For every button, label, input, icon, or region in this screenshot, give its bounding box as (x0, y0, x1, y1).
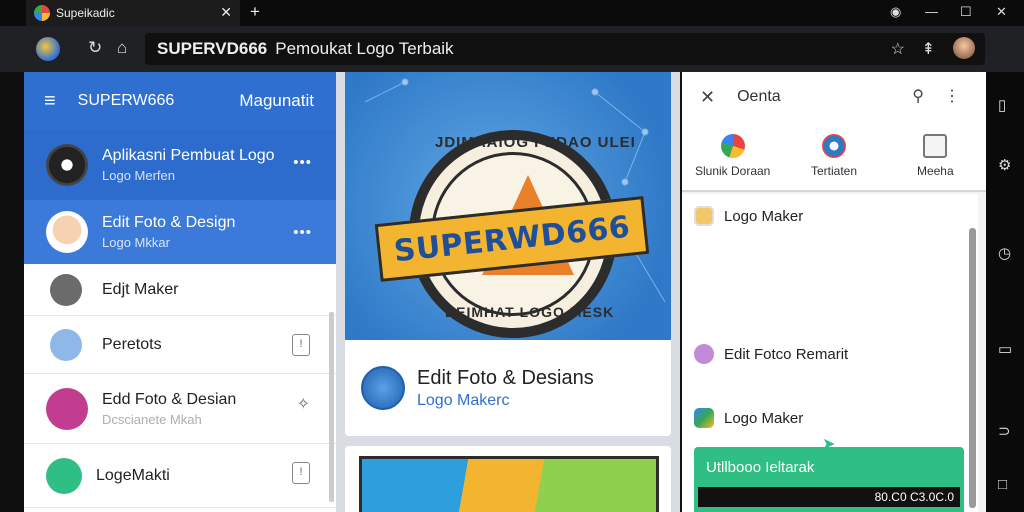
menu-icon[interactable]: ≡ (44, 90, 56, 113)
bookmark-star-icon[interactable]: ☆ (891, 39, 905, 59)
preview-artwork (359, 456, 659, 512)
sidebar-item-edit-foto[interactable]: Edit Foto & Design Logo Mkkar ••• (24, 200, 336, 264)
app-card-icon (361, 366, 405, 410)
chat-icon (50, 328, 82, 361)
more-icon[interactable]: ••• (293, 224, 312, 241)
sidebar-item-label: Edd Foto & Desian (102, 390, 237, 408)
quick-action-label: Slunik Doraan (694, 164, 771, 178)
address-bar-text: Pemoukat Logo Terbaik (275, 39, 454, 58)
sidebar-item-sublabel: Dcscianete Mkah (102, 411, 202, 427)
promo-title: Utllbooo Ieltarak (706, 459, 815, 476)
preview-card[interactable] (345, 446, 671, 512)
sidebar-item-edjt-maker[interactable]: Edjt Maker (24, 264, 336, 316)
sidebar-item-label: LogeMakti (96, 466, 170, 484)
side-panel-title: Oenta (737, 88, 781, 105)
app-card[interactable]: Edit Foto & Desians Logo Makerc (345, 340, 671, 436)
close-tab-icon[interactable]: ✕ (220, 4, 232, 21)
clock-icon[interactable]: ◷ (998, 244, 1011, 262)
app-icon (694, 408, 714, 428)
sidebar-item-label: Edit Foto & Design (102, 214, 236, 231)
browser-tab[interactable]: Supeikadic ✕ (26, 0, 240, 26)
tag-icon[interactable]: ! (292, 334, 310, 356)
side-panel-header: ✕ Oenta ⚲ ⋮ (682, 72, 986, 122)
list-item-label: Edit Fotco Remarit (724, 345, 849, 363)
target-icon (821, 134, 846, 158)
app-card-title: Edit Foto & Desians (417, 366, 594, 389)
app-logo-icon[interactable] (36, 37, 60, 61)
tag-icon[interactable]: ! (292, 462, 310, 484)
avatar (46, 144, 88, 186)
address-bar[interactable]: SUPERVD666 Pemoukat Logo Terbaik ☆ ⇞ (145, 33, 985, 65)
hero-image: JDIMAAIOG PEDAO ULEI SUPERWD666 DEIMHAT … (345, 72, 671, 340)
brush-icon (46, 387, 88, 430)
address-bar-title: SUPERVD666 (157, 39, 268, 58)
sidebar-item-sublabel: Logo Mkkar (102, 235, 170, 250)
tab-title: Supeikadic (56, 6, 115, 20)
app-icon (694, 206, 714, 226)
badge-ring-bottom-text: DEIMHAT LOGO MESK (445, 304, 615, 320)
quick-action-label: Meeha (916, 164, 954, 178)
list-item[interactable]: Logo Maker (694, 206, 803, 226)
promo-banner[interactable]: Utllbooo Ieltarak 80.C0 C3.0C.0 (694, 447, 964, 512)
more-vert-icon[interactable]: ⋮ (944, 86, 960, 106)
list-item-label: Logo Maker (724, 207, 804, 225)
hook-icon[interactable]: ⊃ (998, 422, 1011, 440)
reload-icon[interactable]: ↻ (88, 38, 102, 58)
close-window-icon[interactable]: ✕ (996, 4, 1007, 20)
quick-actions: Slunik Doraan Tertiaten Meeha (682, 122, 986, 192)
badge-ring-top-text: JDIMAAIOG PEDAO ULEI (435, 134, 636, 151)
quick-action[interactable]: Tertiaten (789, 134, 879, 178)
scrollbar[interactable] (969, 228, 976, 508)
new-tab-icon[interactable]: + (250, 2, 260, 22)
main-content: JDIMAAIOG PEDAO ULEI SUPERWD666 DEIMHAT … (336, 72, 680, 512)
phone-icon[interactable]: ▯ (998, 96, 1006, 114)
square-icon[interactable]: □ (998, 476, 1007, 493)
avatar (46, 211, 88, 253)
sidebar-item-peretots[interactable]: Peretots ! (24, 316, 336, 374)
hat-icon (50, 273, 82, 306)
side-panel: ✕ Oenta ⚲ ⋮ Slunik Doraan Tertiaten Meeh… (682, 72, 986, 512)
favicon-icon (34, 5, 50, 21)
nav-bar: ↻ ⌂ SUPERVD666 Pemoukat Logo Terbaik ☆ ⇞ (0, 26, 1024, 72)
pin-icon[interactable]: ⚲ (912, 86, 924, 106)
quick-action[interactable]: Meeha (890, 134, 980, 178)
app-icon (694, 344, 714, 364)
sidebar-header-right[interactable]: Magunatit (239, 91, 314, 111)
sidebar-header: ≡ SUPERW666 Magunatit (24, 72, 336, 130)
sidebar-item-logemakti[interactable]: LogeMakti ! (24, 444, 336, 508)
list-item-label: Logo Maker (724, 409, 804, 427)
pin-icon[interactable]: ✧ (297, 394, 310, 414)
left-edge (0, 72, 24, 512)
sidebar-item-sublabel: Logo Merfen (102, 168, 175, 183)
document-icon (923, 134, 948, 158)
sidebar-item-label: Edjt Maker (102, 280, 179, 298)
extension-icon[interactable]: ⇞ (922, 39, 935, 59)
quick-action[interactable]: Slunik Doraan (688, 134, 778, 178)
p-logo-icon (46, 457, 82, 494)
google-icon (720, 134, 745, 158)
sidebar-item-label: Peretots (102, 335, 162, 353)
right-rail: ▯ ⚙ ◷ ▭ ⊃ □ (986, 72, 1024, 512)
sidebar-title: SUPERW666 (77, 92, 175, 109)
close-icon[interactable]: ✕ (700, 87, 715, 108)
settings-icon[interactable]: ⚙ (998, 156, 1011, 174)
quick-action-label: Tertiaten (810, 164, 857, 178)
tab-strip: Supeikadic ✕ + ◉ — ☐ ✕ (0, 0, 1024, 26)
more-icon[interactable]: ••• (293, 154, 312, 171)
sidebar-item-logo-app[interactable]: Aplikasni Pembuat Logo Logo Merfen ••• (24, 130, 336, 200)
promo-bar: 80.C0 C3.0C.0 (698, 487, 960, 507)
sidebar-item-label: Aplikasni Pembuat Logo (102, 147, 275, 164)
list-item[interactable]: Logo Maker (694, 408, 803, 428)
sidebar: ≡ SUPERW666 Magunatit Aplikasni Pembuat … (24, 72, 336, 512)
profile-avatar[interactable] (953, 37, 975, 59)
list-item[interactable]: Edit Fotco Remarit (694, 344, 848, 364)
window-icon[interactable]: ▭ (998, 340, 1012, 358)
maximize-icon[interactable]: ☐ (960, 4, 972, 20)
app-card-subtitle: Logo Makerc (417, 391, 510, 409)
sidebar-item-edd-foto[interactable]: Edd Foto & Desian Dcscianete Mkah ✧ (24, 374, 336, 444)
record-icon[interactable]: ◉ (890, 4, 901, 20)
minimize-icon[interactable]: — (925, 4, 938, 19)
scrollbar[interactable] (329, 312, 334, 502)
home-icon[interactable]: ⌂ (117, 38, 127, 58)
